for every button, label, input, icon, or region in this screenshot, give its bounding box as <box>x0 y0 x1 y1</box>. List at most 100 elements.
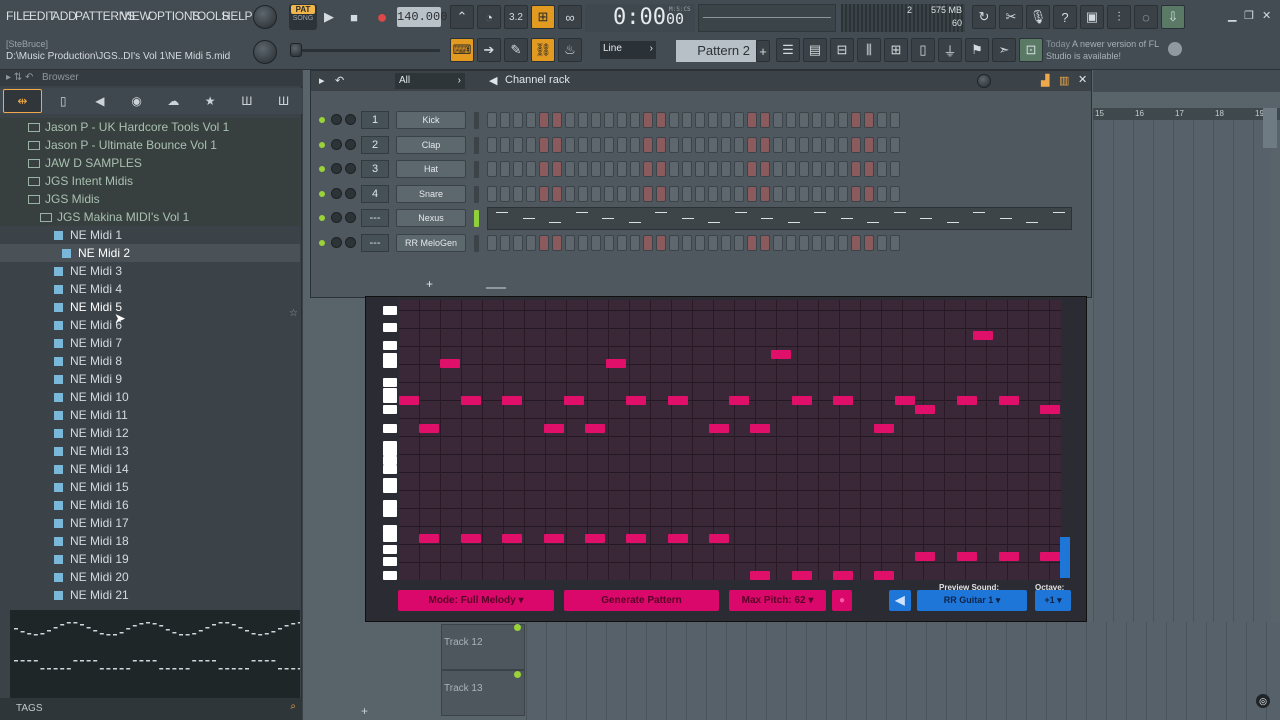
step-button[interactable] <box>734 185 744 202</box>
browser-file-item[interactable]: NE Midi 15 <box>0 478 300 496</box>
save-icon[interactable]: ▣ <box>1080 5 1104 29</box>
undo-history-icon[interactable]: ↻ <box>972 5 996 29</box>
step-button[interactable] <box>786 235 796 251</box>
step-button[interactable] <box>630 112 640 128</box>
stop-button[interactable]: ■ <box>342 5 366 29</box>
melody-note[interactable] <box>973 331 993 340</box>
step-button[interactable] <box>513 161 523 178</box>
step-button[interactable] <box>760 136 770 153</box>
browser-file-item[interactable]: NE Midi 3 <box>0 262 300 280</box>
step-button[interactable] <box>773 185 783 202</box>
piano-key[interactable] <box>383 557 397 566</box>
step-button[interactable] <box>708 185 718 202</box>
step-button[interactable] <box>487 185 497 202</box>
step-button[interactable] <box>604 185 614 202</box>
minimize-icon[interactable]: ▁ <box>1228 9 1236 22</box>
melody-note[interactable] <box>564 396 584 405</box>
melody-note[interactable] <box>419 424 439 433</box>
browser-folder[interactable]: JGS Midis <box>0 190 300 208</box>
step-button[interactable] <box>864 136 874 153</box>
mixer-track-number[interactable]: 4 <box>361 184 389 203</box>
pan-knob[interactable] <box>331 237 342 248</box>
update-hint[interactable]: Today A newer version of FL Studio is av… <box>1046 38 1186 62</box>
piano-key[interactable] <box>383 378 397 387</box>
step-button[interactable] <box>890 161 900 178</box>
step-button[interactable] <box>890 136 900 153</box>
mixer-view-icon[interactable]: ⫼ <box>857 38 881 62</box>
step-button[interactable] <box>604 235 614 251</box>
step-button[interactable] <box>578 235 588 251</box>
piano-key[interactable] <box>383 533 397 542</box>
step-button[interactable] <box>526 185 536 202</box>
channel-led[interactable] <box>319 117 325 123</box>
track-13[interactable]: Track 13 <box>441 670 525 716</box>
master-pitch-knob[interactable] <box>253 40 277 64</box>
restore-icon[interactable]: ❐ <box>1244 9 1254 22</box>
rack-scrollbar[interactable] <box>486 287 506 289</box>
master-volume-knob[interactable] <box>253 5 277 29</box>
tab-piano-icon[interactable]: Ш <box>265 88 302 114</box>
close-icon[interactable]: ✕ <box>1078 73 1087 86</box>
step-button[interactable] <box>591 136 601 153</box>
step-button[interactable] <box>552 185 562 202</box>
channel-name-button[interactable]: Nexus <box>396 209 466 228</box>
step-button[interactable] <box>825 185 835 202</box>
step-button[interactable] <box>877 235 887 251</box>
cut-icon[interactable]: ✂ <box>999 5 1023 29</box>
channel-name-button[interactable]: Kick <box>396 111 466 129</box>
step-button[interactable] <box>643 136 653 153</box>
step-button[interactable] <box>630 136 640 153</box>
mode-select[interactable]: Mode: Full Melody ▾ <box>398 590 554 611</box>
preview-sound-select[interactable]: RR Guitar 1 ▾ <box>917 590 1027 611</box>
tab-files-icon[interactable]: ▯ <box>45 88 82 114</box>
step-button[interactable] <box>851 161 861 178</box>
step-button[interactable] <box>500 185 510 202</box>
step-button[interactable] <box>617 185 627 202</box>
browser-folder[interactable]: Jason P - Ultimate Bounce Vol 1 <box>0 136 300 154</box>
play-button[interactable]: ▶ <box>317 5 341 29</box>
melody-note[interactable] <box>999 396 1019 405</box>
melody-note[interactable] <box>729 396 749 405</box>
step-button[interactable] <box>591 235 601 251</box>
step-button[interactable] <box>864 161 874 178</box>
melody-note[interactable] <box>915 552 935 561</box>
browser-file-item[interactable]: NE Midi 5 <box>0 298 300 316</box>
rack-filter-select[interactable]: All › <box>395 73 465 89</box>
channel-led[interactable] <box>319 240 325 246</box>
menu-file[interactable]: FILE <box>6 9 30 23</box>
mixer-track-number[interactable]: 1 <box>361 111 389 129</box>
step-button[interactable] <box>721 161 731 178</box>
pan-knob[interactable] <box>331 187 342 199</box>
melody-note[interactable] <box>626 534 646 543</box>
browser-file-item[interactable]: NE Midi 13 <box>0 442 300 460</box>
piano-key[interactable] <box>383 341 397 350</box>
channel-led[interactable] <box>319 190 325 197</box>
step-button[interactable] <box>500 112 510 128</box>
step-button[interactable] <box>877 112 887 128</box>
step-button[interactable] <box>721 112 731 128</box>
channel-select-indicator[interactable] <box>474 185 479 203</box>
step-button[interactable] <box>890 235 900 251</box>
step-button[interactable] <box>812 235 822 251</box>
volume-knob[interactable] <box>345 187 356 199</box>
step-button[interactable] <box>578 185 588 202</box>
step-button[interactable] <box>734 136 744 153</box>
step-button[interactable] <box>825 112 835 128</box>
step-button[interactable] <box>734 235 744 251</box>
step-button[interactable] <box>669 235 679 251</box>
step-button[interactable] <box>708 136 718 153</box>
step-button[interactable] <box>643 185 653 202</box>
step-button[interactable] <box>812 136 822 153</box>
melody-note[interactable] <box>874 571 894 580</box>
generate-pattern-button[interactable]: Generate Pattern <box>564 590 719 611</box>
melody-note[interactable] <box>544 534 564 543</box>
melody-note[interactable] <box>585 534 605 543</box>
channel-name-button[interactable]: Clap <box>396 135 466 154</box>
link-icon[interactable]: ⛓ <box>531 38 555 62</box>
melody-note[interactable] <box>544 424 564 433</box>
melody-note[interactable] <box>750 571 770 580</box>
step-button[interactable] <box>799 112 809 128</box>
step-button[interactable] <box>838 112 848 128</box>
cart-icon[interactable]: ⊡ <box>1019 38 1043 62</box>
pan-knob[interactable] <box>331 114 342 125</box>
